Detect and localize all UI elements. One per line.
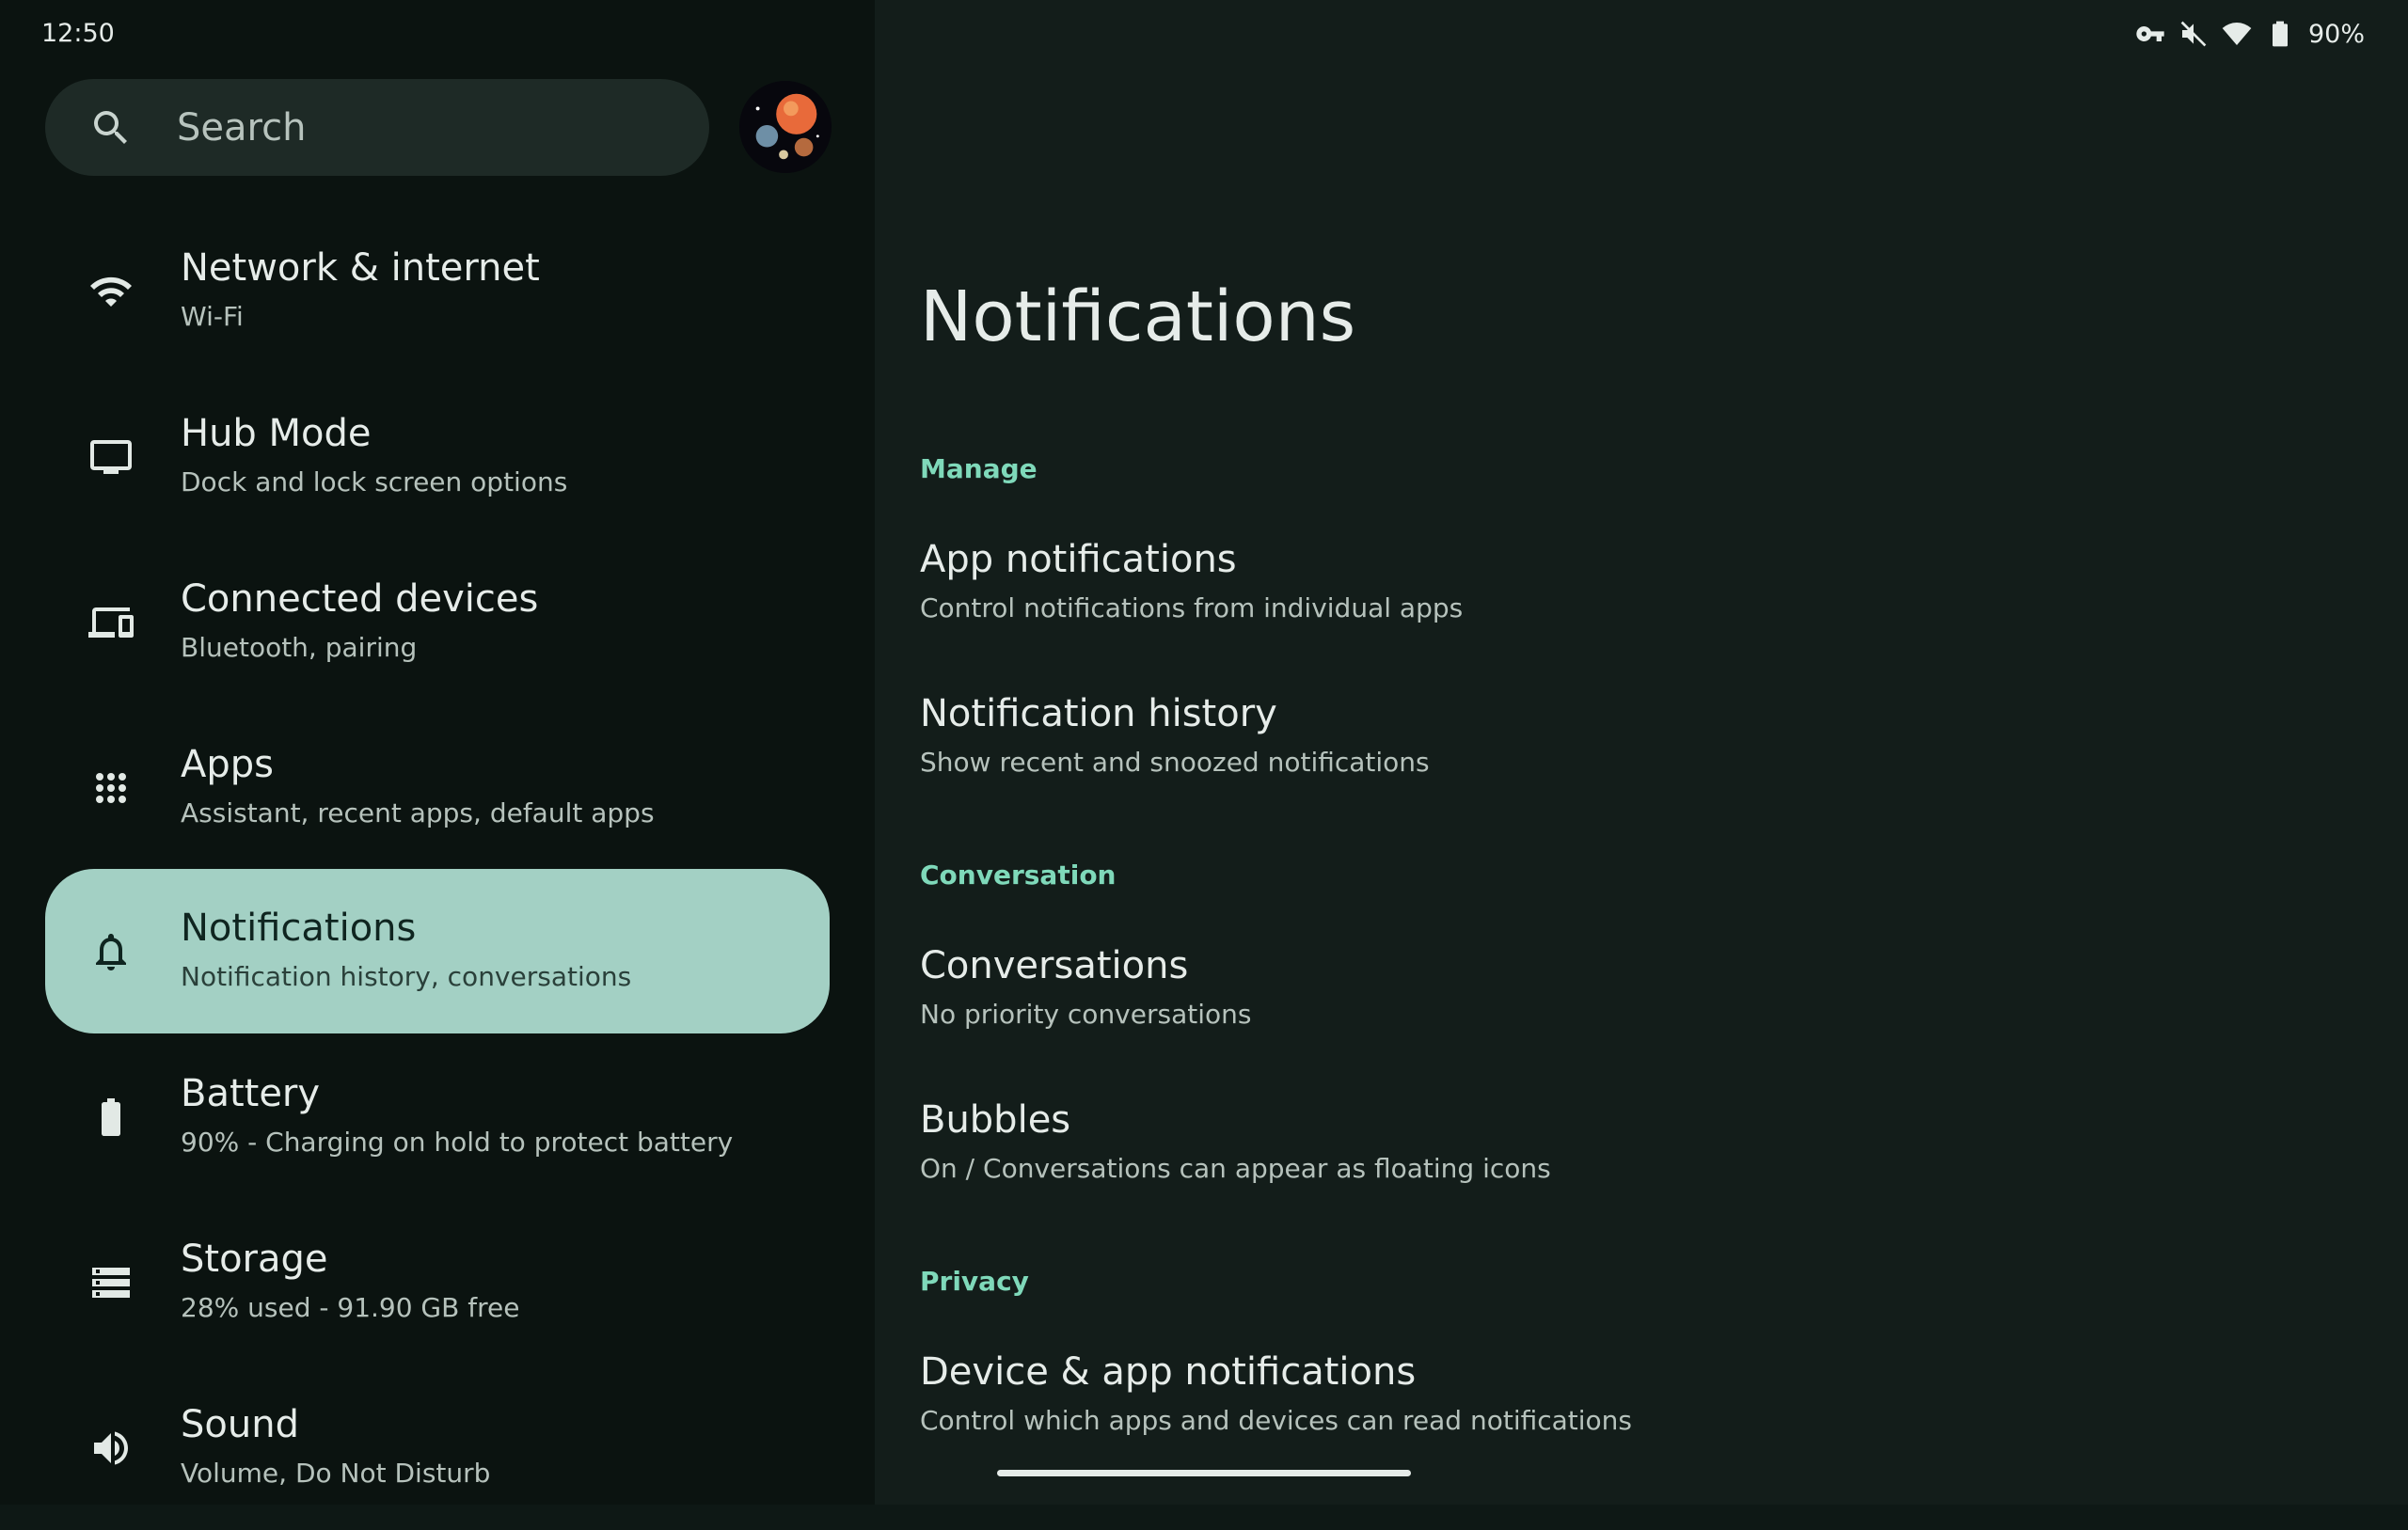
sidebar-item-hub-mode[interactable]: Hub Mode Dock and lock screen options	[45, 374, 830, 539]
volume-icon	[88, 1426, 134, 1471]
battery-icon	[88, 1095, 134, 1140]
sidebar-item-storage[interactable]: Storage 28% used - 91.90 GB free	[45, 1200, 830, 1364]
sidebar-item-title: Sound	[181, 1403, 299, 1446]
sidebar-item-subtitle: 28% used - 91.90 GB free	[181, 1292, 520, 1323]
gesture-nav-handle[interactable]	[997, 1470, 1411, 1476]
sidebar-item-title: Battery	[181, 1072, 321, 1115]
devices-icon	[88, 600, 134, 645]
sidebar-item-notifications[interactable]: Notifications Notification history, conv…	[45, 869, 830, 1033]
storage-icon	[88, 1260, 134, 1305]
search-bar[interactable]: Search	[45, 79, 709, 176]
sidebar-item-title: Connected devices	[181, 577, 539, 621]
sidebar-item-sound[interactable]: Sound Volume, Do Not Disturb	[45, 1365, 830, 1530]
pref-subtitle: Control notifications from individual ap…	[920, 592, 1464, 623]
pref-app-notifications[interactable]: App notifications Control notifications …	[875, 519, 2408, 660]
apps-grid-icon	[88, 765, 134, 811]
sidebar-item-subtitle: Notification history, conversations	[181, 961, 632, 992]
pref-title: Conversations	[920, 944, 1189, 987]
pref-subtitle: Show recent and snoozed notifications	[920, 747, 1430, 778]
pref-title: Bubbles	[920, 1098, 1071, 1142]
pref-subtitle: On / Conversations can appear as floatin…	[920, 1153, 1551, 1184]
section-header-conversation: Conversation	[920, 860, 1117, 891]
page-title: Notifications	[920, 276, 1356, 357]
pref-device-app-notifications[interactable]: Device & app notifications Control which…	[875, 1332, 2408, 1473]
sidebar-item-title: Storage	[181, 1238, 328, 1281]
sidebar-item-title: Apps	[181, 743, 274, 786]
bell-icon	[88, 929, 134, 974]
tv-icon	[88, 434, 134, 480]
sidebar-item-network[interactable]: Network & internet Wi-Fi	[45, 209, 830, 373]
sidebar-item-subtitle: Assistant, recent apps, default apps	[181, 797, 655, 828]
sidebar-item-subtitle: Wi-Fi	[181, 301, 244, 332]
section-header-manage: Manage	[920, 453, 1038, 484]
wifi-icon	[2222, 19, 2252, 49]
pref-title: App notifications	[920, 538, 1237, 581]
pref-subtitle: No priority conversations	[920, 999, 1252, 1030]
sidebar-item-subtitle: Bluetooth, pairing	[181, 632, 418, 663]
sidebar-item-subtitle: Volume, Do Not Disturb	[181, 1458, 491, 1489]
status-icons: 90%	[2135, 17, 2365, 51]
sidebar-item-subtitle: Dock and lock screen options	[181, 466, 568, 497]
battery-charging-icon	[2265, 19, 2295, 49]
sidebar-item-apps[interactable]: Apps Assistant, recent apps, default app…	[45, 705, 830, 870]
section-header-privacy: Privacy	[920, 1266, 1029, 1297]
search-icon	[88, 105, 134, 150]
pref-conversations[interactable]: Conversations No priority conversations	[875, 925, 2408, 1066]
sidebar-item-battery[interactable]: Battery 90% - Charging on hold to protec…	[45, 1034, 830, 1199]
avatar[interactable]	[739, 81, 832, 173]
status-time: 12:50	[41, 19, 115, 48]
pref-bubbles[interactable]: Bubbles On / Conversations can appear as…	[875, 1080, 2408, 1221]
sidebar-item-title: Notifications	[181, 907, 417, 950]
sidebar-item-title: Hub Mode	[181, 412, 372, 455]
search-placeholder: Search	[177, 105, 307, 150]
pref-title: Device & app notifications	[920, 1350, 1417, 1394]
sidebar-item-title: Network & internet	[181, 246, 540, 290]
pref-subtitle: Control which apps and devices can read …	[920, 1405, 1633, 1436]
sidebar-item-connected-devices[interactable]: Connected devices Bluetooth, pairing	[45, 540, 830, 704]
vpn-key-icon	[2135, 19, 2165, 49]
vibrate-off-icon	[2178, 19, 2209, 49]
pref-notification-history[interactable]: Notification history Show recent and sno…	[875, 673, 2408, 814]
pref-title: Notification history	[920, 692, 1277, 735]
sidebar-item-subtitle: 90% - Charging on hold to protect batter…	[181, 1127, 734, 1158]
battery-percent: 90%	[2307, 19, 2365, 49]
wifi-icon	[88, 269, 134, 314]
